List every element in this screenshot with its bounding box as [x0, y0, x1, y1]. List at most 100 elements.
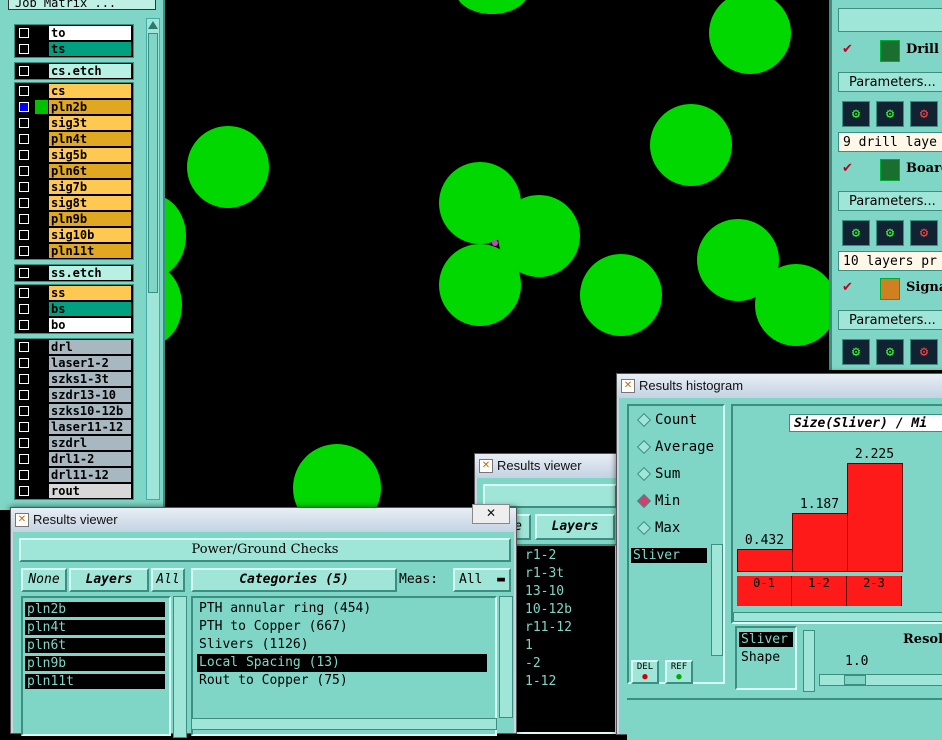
layer-name[interactable]: sig5b — [49, 148, 131, 162]
run-icon[interactable]: ⚙ — [842, 220, 870, 246]
layer-checkbox[interactable] — [19, 246, 29, 256]
layer-name[interactable]: pln2b — [49, 100, 131, 114]
layer-name[interactable]: drl11-12 — [49, 468, 131, 482]
layer-checkbox[interactable] — [19, 358, 29, 368]
layer-checkbox[interactable] — [19, 390, 29, 400]
layer-affected-marker[interactable] — [35, 212, 48, 226]
layer-row[interactable]: rout — [15, 483, 133, 499]
layer-row[interactable]: drl11-12 — [15, 467, 133, 483]
layer-item[interactable]: 1-12 — [523, 674, 613, 689]
layer-row[interactable]: szks10-12b — [15, 403, 133, 419]
layer-row[interactable]: pln11t — [15, 243, 133, 259]
layer-item[interactable]: r11-12 — [523, 620, 613, 635]
layer-checkbox[interactable] — [19, 86, 29, 96]
layer-row[interactable]: drl — [15, 339, 133, 355]
categories-tab[interactable]: Categories (5) — [191, 568, 397, 592]
run-step-icon[interactable]: ⚙ — [876, 101, 904, 127]
histogram-list-item[interactable]: Sliver — [631, 548, 707, 563]
layer-checkbox[interactable] — [19, 406, 29, 416]
layer-row[interactable]: cs — [15, 83, 133, 99]
action-board[interactable]: ✔ Board- — [838, 157, 942, 183]
radio-diamond-icon[interactable] — [636, 412, 652, 428]
layer-affected-marker[interactable] — [35, 286, 48, 300]
category-item[interactable]: Local Spacing (13) — [197, 654, 487, 672]
layer-name[interactable]: szdr13-10 — [49, 388, 131, 402]
check-icon[interactable]: ✔ — [842, 161, 853, 176]
layer-item[interactable]: -2 — [523, 656, 613, 671]
layer-checkbox[interactable] — [19, 374, 29, 384]
layer-affected-marker[interactable] — [35, 64, 48, 78]
layer-checkbox[interactable] — [19, 288, 29, 298]
layer-affected-marker[interactable] — [35, 244, 48, 258]
layer-name[interactable]: ts — [49, 42, 131, 56]
resol-slider[interactable] — [819, 674, 942, 686]
chart-hscrollbar[interactable] — [733, 612, 942, 622]
layer-row[interactable]: pln2b — [15, 99, 133, 115]
all-button[interactable]: All — [151, 568, 185, 592]
window-titlebar[interactable]: ✕ Results viewer ✕ — [11, 504, 516, 532]
run-icon[interactable]: ⚙ — [842, 101, 870, 127]
layer-affected-marker[interactable] — [35, 436, 48, 450]
layer-item[interactable]: r1-3t — [523, 566, 613, 581]
del-button[interactable]: DEL ● — [631, 660, 659, 684]
layer-row[interactable]: bo — [15, 317, 133, 333]
layer-name[interactable]: ss.etch — [49, 266, 131, 280]
layer-row[interactable]: ts — [15, 41, 133, 57]
radio-diamond-icon[interactable] — [636, 466, 652, 482]
option-min[interactable]: Min — [636, 491, 680, 511]
matrix-scrollbar[interactable] — [146, 18, 160, 500]
layer-name[interactable]: szks1-3t — [49, 372, 131, 386]
layer-row[interactable]: ss — [15, 285, 133, 301]
layer-row[interactable]: laser1-2 — [15, 355, 133, 371]
layer-checkbox[interactable] — [19, 66, 29, 76]
layer-affected-marker[interactable] — [35, 484, 48, 498]
layer-checkbox[interactable] — [19, 118, 29, 128]
layer-item[interactable]: pln6t — [25, 638, 165, 653]
parameters-button[interactable]: Parameters... — [838, 72, 942, 92]
parameters-button[interactable]: Parameters... — [838, 191, 942, 211]
stop-icon[interactable]: ⚙ — [910, 339, 938, 365]
layer-checkbox[interactable] — [19, 28, 29, 38]
layer-item[interactable]: pln9b — [25, 656, 165, 671]
layer-list[interactable]: r1-2 r1-3t 13-10 10-12b r11-12 1 -2 1-12 — [507, 544, 617, 734]
layer-row[interactable]: szdr13-10 — [15, 387, 133, 403]
meas-dropdown[interactable]: All ▬ — [453, 568, 511, 592]
layer-affected-marker[interactable] — [35, 164, 48, 178]
layer-affected-marker[interactable] — [35, 132, 48, 146]
action-drill-checks[interactable]: ✔ Drill C — [838, 38, 942, 64]
layer-row[interactable]: laser11-12 — [15, 419, 133, 435]
layer-row[interactable]: sig3t — [15, 115, 133, 131]
layer-affected-marker[interactable] — [35, 340, 48, 354]
layer-affected-marker[interactable] — [35, 100, 48, 114]
layer-row[interactable]: bs — [15, 301, 133, 317]
histogram-bar[interactable] — [847, 463, 903, 572]
layer-row[interactable]: szks1-3t — [15, 371, 133, 387]
layer-name[interactable]: sig8t — [49, 196, 131, 210]
layer-checkbox[interactable] — [19, 182, 29, 192]
layer-name[interactable]: pln4t — [49, 132, 131, 146]
layer-row[interactable]: cs.etch — [15, 63, 133, 79]
histogram-bar[interactable] — [792, 513, 848, 572]
layer-checkbox[interactable] — [19, 214, 29, 224]
layer-affected-marker[interactable] — [35, 116, 48, 130]
layer-item[interactable]: 13-10 — [523, 584, 613, 599]
layer-name[interactable]: pln9b — [49, 212, 131, 226]
layer-checkbox[interactable] — [19, 486, 29, 496]
layer-affected-marker[interactable] — [35, 452, 48, 466]
stop-icon[interactable]: ⚙ — [910, 220, 938, 246]
layer-row[interactable]: pln6t — [15, 163, 133, 179]
layer-checkbox[interactable] — [19, 102, 29, 112]
category-item[interactable]: Slivers (1126) — [197, 636, 487, 654]
layer-name[interactable]: bo — [49, 318, 131, 332]
layer-affected-marker[interactable] — [35, 196, 48, 210]
layer-row[interactable]: pln4t — [15, 131, 133, 147]
option-average[interactable]: Average — [636, 437, 714, 457]
layer-checkbox[interactable] — [19, 304, 29, 314]
layer-checkbox[interactable] — [19, 454, 29, 464]
option-sum[interactable]: Sum — [636, 464, 680, 484]
layer-name[interactable]: laser1-2 — [49, 356, 131, 370]
layer-name[interactable]: bs — [49, 302, 131, 316]
layer-name[interactable]: szdrl — [49, 436, 131, 450]
layer-affected-marker[interactable] — [35, 84, 48, 98]
tab-layers[interactable]: Layers — [535, 514, 615, 540]
